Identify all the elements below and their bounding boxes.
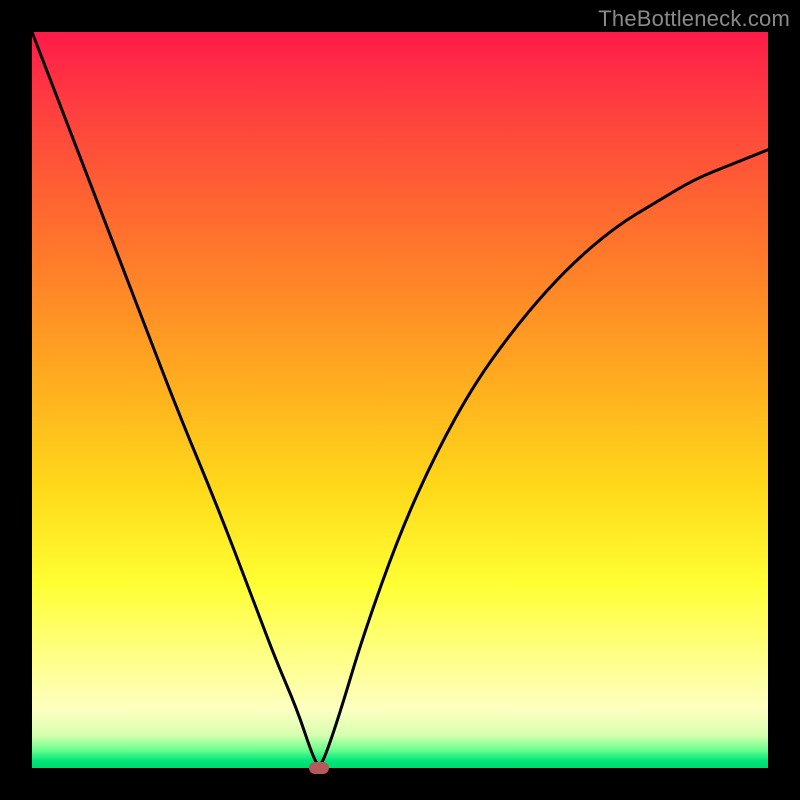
watermark-text: TheBottleneck.com <box>598 6 790 32</box>
chart-frame: TheBottleneck.com <box>0 0 800 800</box>
plot-area <box>32 32 768 768</box>
bottleneck-curve <box>32 32 768 768</box>
minimum-marker <box>309 762 329 774</box>
